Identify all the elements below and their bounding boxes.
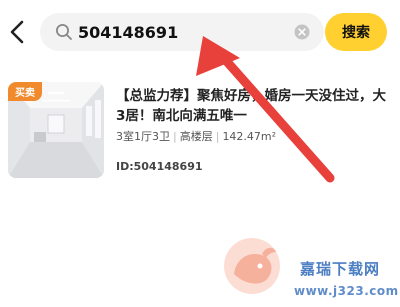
listing-thumbnail: 买卖 — [8, 82, 104, 178]
room-layout: 3室1厅3卫 — [116, 130, 170, 143]
watermark-logo-icon — [222, 236, 282, 296]
floor-area: 142.47m² — [222, 130, 277, 143]
listing-title: 【总监力荐】聚焦好房，婚房一天没住过，大3居！南北向满五唯一 — [116, 88, 386, 124]
listing-id: ID:504148691 — [116, 160, 203, 173]
listing-card[interactable]: 买卖 【总监力荐】聚焦好房，婚房一天没住过，大3居！南北向满五唯一 3室1厅3卫… — [0, 76, 400, 186]
search-input[interactable] — [78, 19, 278, 45]
search-icon — [55, 23, 73, 41]
search-box[interactable] — [40, 13, 324, 51]
listing-meta: 3室1厅3卫 | 高楼层 | 142.47m² — [116, 128, 276, 144]
watermark-url: www.j323.com — [294, 284, 399, 298]
meta-separator: | — [215, 130, 220, 143]
search-header: 搜索 — [0, 0, 400, 64]
floor-level: 高楼层 — [179, 130, 213, 143]
back-arrow-icon[interactable] — [6, 16, 30, 48]
clear-input-icon[interactable] — [294, 24, 310, 40]
watermark-text: 嘉瑞下载网 — [300, 260, 381, 278]
meta-separator: | — [173, 130, 177, 143]
sale-badge: 买卖 — [8, 82, 42, 101]
search-button[interactable]: 搜索 — [325, 13, 387, 51]
